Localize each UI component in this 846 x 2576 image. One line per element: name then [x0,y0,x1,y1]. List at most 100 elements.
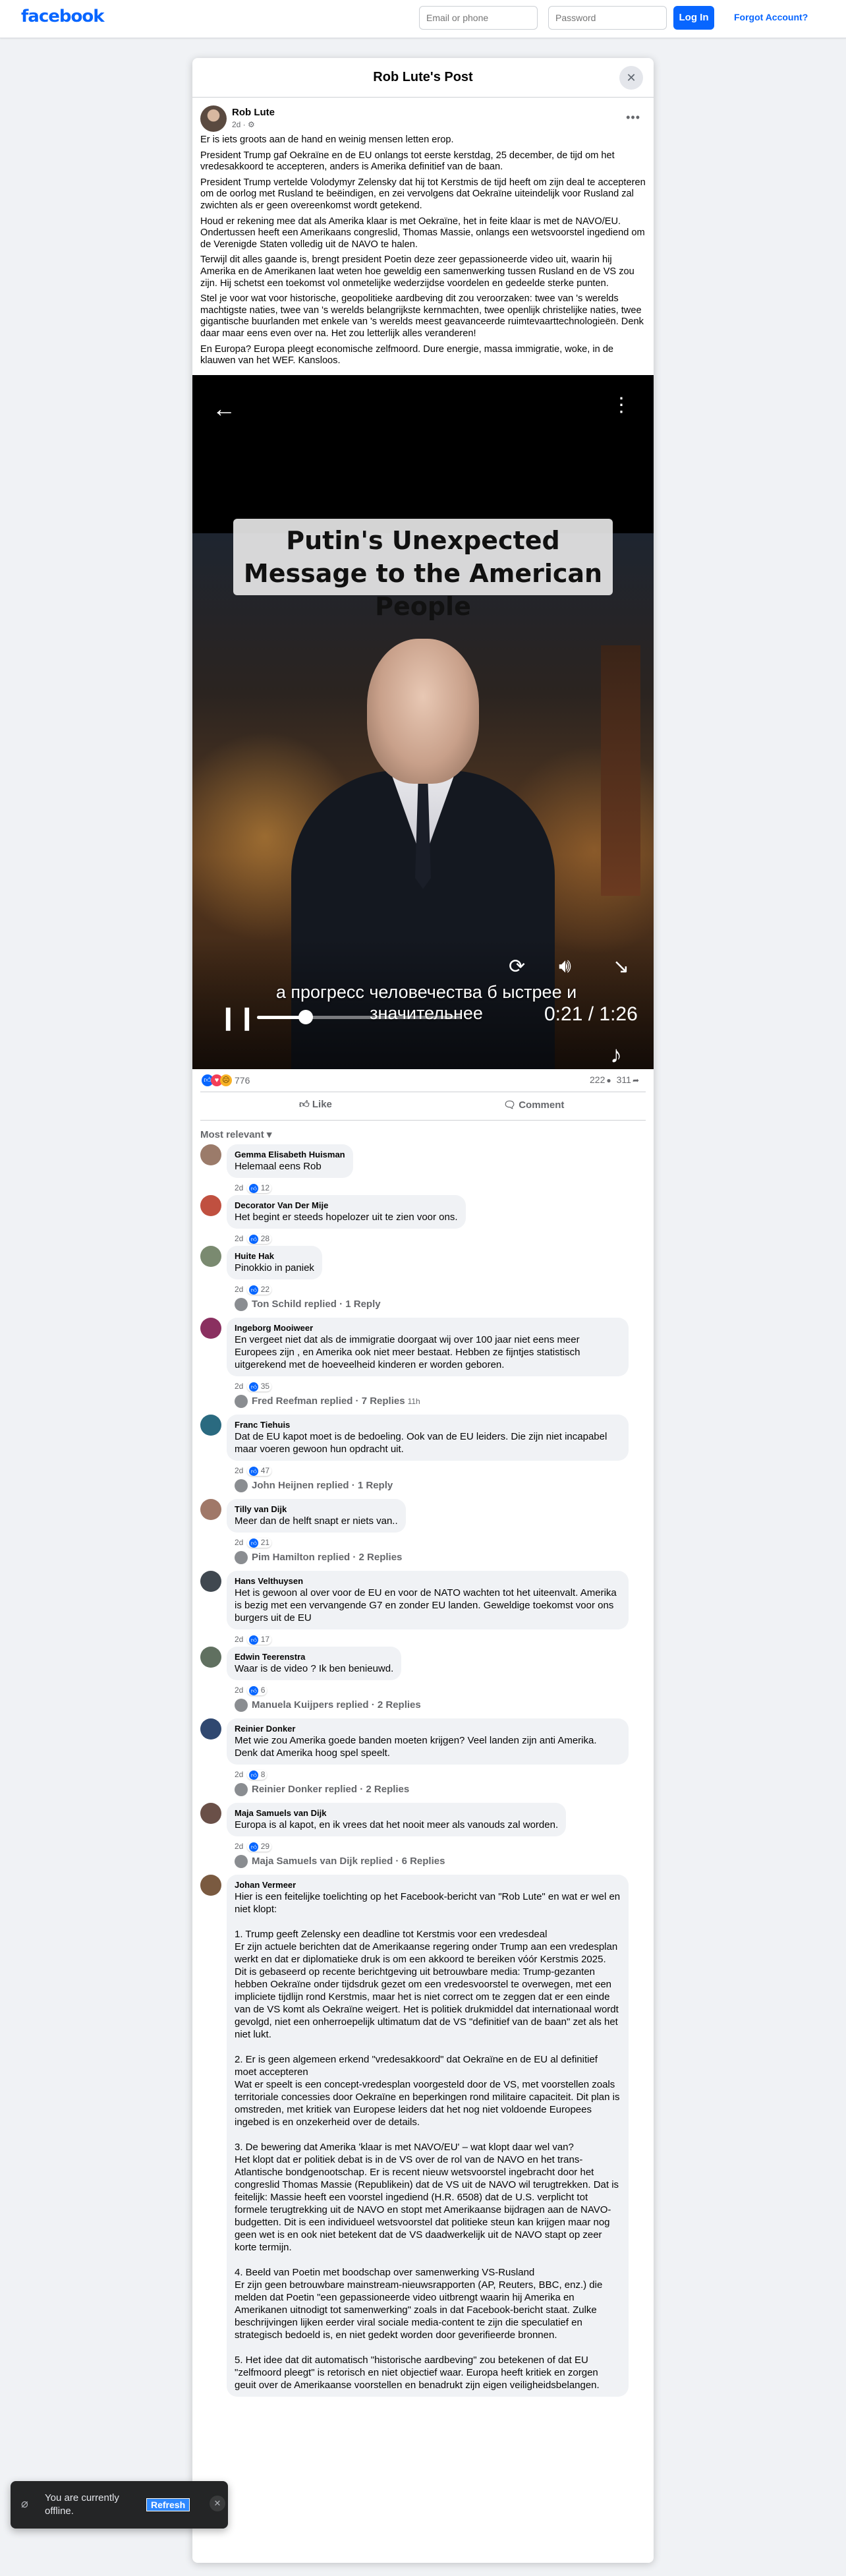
replay-icon[interactable]: ⟳ [509,955,525,978]
post-timestamp[interactable]: 2d · ⚙ [232,120,255,129]
comment-time[interactable]: 2d [235,1685,243,1695]
avatar[interactable] [200,1802,221,1824]
minimize-icon[interactable]: ↘ [613,955,629,978]
comment-time[interactable]: 2d [235,1842,243,1851]
view-replies-link[interactable]: Reinier Donker replied · 2 Replies [235,1782,646,1799]
comment-reactions[interactable]: 👍︎ 17 [247,1634,272,1645]
email-field[interactable] [419,6,538,30]
comment: Huite Hak Pinokkio in paniek [200,1245,646,1279]
close-icon[interactable]: ✕ [619,66,643,90]
view-replies-link[interactable]: Ton Schild replied · 1 Reply [235,1297,646,1314]
comment-time[interactable]: 2d [235,1770,243,1779]
comment-meta: 2d 👍︎ 35 [235,1381,646,1393]
video-player[interactable]: Putin's Unexpected Message to the Americ… [192,374,654,1069]
reactions-summary[interactable]: 👍︎ ♥ ☹ 776 [202,1074,250,1086]
avatar [235,1854,248,1868]
avatar [235,1698,248,1712]
avatar[interactable] [200,1317,221,1339]
arrow-left-icon[interactable]: ← [212,395,236,423]
comment-reactions[interactable]: 👍︎ 8 [247,1769,268,1780]
refresh-button[interactable]: Refresh [146,2498,190,2511]
forgot-account-link[interactable]: Forgot Account? [734,12,808,22]
avatar[interactable] [200,1498,221,1520]
comment-author[interactable]: Gemma Elisabeth Huisman [235,1150,345,1160]
comment-time[interactable]: 2d [235,1183,243,1192]
view-replies-link[interactable]: John Heijnen replied · 1 Reply [235,1478,646,1495]
comment-author[interactable]: Huite Hak [235,1251,314,1262]
comment-reactions[interactable]: 👍︎ 28 [247,1233,272,1244]
comment-author[interactable]: Tilly van Dijk [235,1504,398,1515]
author-name[interactable]: Rob Lute [232,107,275,118]
comment-bubble: Reinier Donker Met wie zou Amerika goede … [227,1718,629,1765]
vertical-dots-icon[interactable]: ⋮ [611,394,631,417]
view-replies-link[interactable]: Pim Hamilton replied · 2 Replies [235,1550,646,1567]
avatar [235,1550,248,1564]
avatar[interactable] [200,1646,221,1668]
login-button[interactable]: Log In [673,6,714,30]
comment-reactions[interactable]: 👍︎ 29 [247,1841,272,1852]
comment-icon: ● [606,1075,611,1085]
video-scrubber[interactable] [298,1009,314,1024]
offline-message: You are currently offline. [45,2492,119,2517]
video-progress-bar[interactable] [257,1009,461,1024]
comment-count[interactable]: 222 [590,1074,605,1085]
comment-time[interactable]: 2d [235,1538,243,1547]
comment-author[interactable]: Ingeborg Mooiweer [235,1323,621,1333]
view-replies-link[interactable]: Fred Reefman replied · 7 Replies 11h [235,1393,646,1411]
view-replies-link[interactable]: Maja Samuels van Dijk replied · 6 Replie… [235,1854,646,1871]
comment-author[interactable]: Reinier Donker [235,1724,621,1734]
volume-icon[interactable]: 🔊︎ [559,955,571,978]
avatar[interactable] [200,1144,221,1165]
comment-reactions[interactable]: 👍︎ 6 [247,1685,268,1695]
comment-author[interactable]: Edwin Teerenstra [235,1652,393,1662]
comment-bubble: Hans Velthuysen Het is gewoon al over voo… [227,1570,629,1629]
comment-author[interactable]: Maja Samuels van Dijk [235,1808,558,1819]
offline-toast: ⌀ You are currently offline. Refresh ✕ [11,2481,228,2529]
dialog-header: Rob Lute's Post ✕ [192,58,654,98]
comment-author[interactable]: Johan Vermeer [235,1880,621,1890]
comment-time[interactable]: 2d [235,1234,243,1243]
view-replies-link[interactable]: Manuela Kuijpers replied · 2 Replies [235,1697,646,1714]
close-icon[interactable]: ✕ [210,2496,225,2511]
comment-reactions[interactable]: 👍︎ 21 [247,1537,272,1548]
post-text: Er is iets groots aan de hand en weinig … [192,134,654,375]
comment-reactions[interactable]: 👍︎ 22 [247,1284,272,1295]
comment-time[interactable]: 2d [235,1635,243,1644]
comment-author[interactable]: Hans Velthuysen [235,1576,621,1587]
comment-reactions[interactable]: 👍︎ 12 [247,1183,272,1193]
avatar[interactable] [200,1414,221,1436]
comment: Franc Tiehuis Dat de EU kapot moet is de … [200,1414,646,1461]
tower-shape [601,645,640,896]
comment-sort-dropdown[interactable]: Most relevant ▾ [192,1121,654,1144]
avatar[interactable] [200,1194,221,1216]
tiktok-icon: ♪ [610,1040,622,1068]
post-paragraph: President Trump vertelde Volodymyr Zelen… [200,177,646,211]
comment-bubble: Johan Vermeer Hier is een feitelijke toel… [227,1874,629,2397]
avatar [235,1394,248,1408]
pause-icon[interactable]: ❙❙ [219,1005,256,1031]
avatar[interactable] [200,105,227,132]
like-reaction-icon: 👍︎ [249,1183,259,1193]
facebook-logo[interactable]: facebook [21,7,105,26]
avatar[interactable] [200,1874,221,1896]
avatar[interactable] [200,1245,221,1267]
avatar [235,1478,248,1492]
avatar[interactable] [200,1570,221,1592]
comment-reactions[interactable]: 👍︎ 35 [247,1381,272,1391]
share-count[interactable]: 311 [617,1074,631,1085]
comment-author[interactable]: Decorator Van Der Mije [235,1200,458,1211]
share-icon: ➦ [632,1075,639,1085]
comment-time[interactable]: 2d [235,1466,243,1475]
more-icon[interactable]: ••• [626,111,640,125]
password-field[interactable] [548,6,667,30]
comment-time[interactable]: 2d [235,1382,243,1391]
like-button[interactable]: 👍︎ Like [299,1099,332,1111]
comment: Hans Velthuysen Het is gewoon al over voo… [200,1570,646,1629]
video-banner: Putin's Unexpected Message to the Americ… [233,518,613,621]
comment-author[interactable]: Franc Tiehuis [235,1420,621,1430]
comment-reactions[interactable]: 👍︎ 47 [247,1465,272,1476]
reaction-count: 776 [235,1074,250,1086]
avatar[interactable] [200,1718,221,1740]
comment-time[interactable]: 2d [235,1285,243,1294]
comment-button[interactable]: 🗨︎ Comment [503,1099,564,1111]
